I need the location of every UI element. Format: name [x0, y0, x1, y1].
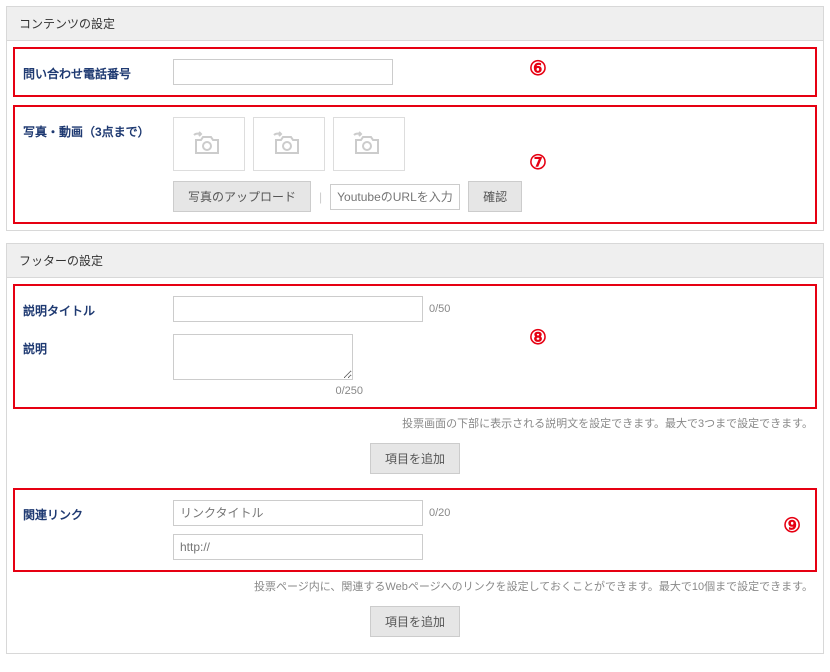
desc-title-label: 説明タイトル	[23, 296, 173, 319]
content-settings-body: 問い合わせ電話番号 ⑥ 写真・動画（3点まで）	[7, 41, 823, 230]
media-thumb-2[interactable]	[253, 117, 325, 171]
media-highlight: 写真・動画（3点まで）	[13, 105, 817, 224]
annotation-8: ⑧	[529, 328, 547, 348]
desc-title-content: 0/50	[173, 296, 807, 322]
desc-title-row: 説明タイトル 0/50	[15, 290, 815, 328]
desc-title-counter: 0/50	[429, 303, 450, 315]
separator: |	[319, 190, 322, 204]
link-add-wrap: 項目を追加	[7, 602, 823, 649]
desc-row: 説明 0/250	[15, 328, 815, 403]
desc-content: 0/250	[173, 334, 807, 397]
media-thumbs	[173, 117, 807, 171]
desc-title-input[interactable]	[173, 296, 423, 322]
content-settings-panel: コンテンツの設定 問い合わせ電話番号 ⑥ 写真・動画（3点まで）	[6, 6, 824, 231]
annotation-7: ⑦	[529, 153, 547, 173]
link-label: 関連リンク	[23, 500, 173, 523]
phone-highlight: 問い合わせ電話番号	[13, 47, 817, 97]
link-url-input[interactable]	[173, 534, 423, 560]
link-title-counter: 0/20	[429, 507, 450, 519]
youtube-url-input[interactable]	[330, 184, 460, 210]
footer-settings-panel: フッターの設定 説明タイトル 0/50 説明 0/250	[6, 243, 824, 654]
camera-icon	[191, 129, 227, 159]
confirm-button[interactable]: 確認	[468, 181, 522, 212]
footer-settings-header: フッターの設定	[7, 244, 823, 278]
upload-photo-button[interactable]: 写真のアップロード	[173, 181, 311, 212]
camera-icon	[271, 129, 307, 159]
phone-input[interactable]	[173, 59, 393, 85]
desc-textarea[interactable]	[173, 334, 353, 380]
desc-label: 説明	[23, 334, 173, 357]
media-label: 写真・動画（3点まで）	[23, 117, 173, 140]
link-title-input[interactable]	[173, 500, 423, 526]
media-controls: 写真のアップロード | 確認	[173, 181, 807, 212]
media-row: 写真・動画（3点まで）	[15, 111, 815, 218]
media-thumb-3[interactable]	[333, 117, 405, 171]
footer-settings-body: 説明タイトル 0/50 説明 0/250 ⑧ 投票画面	[7, 278, 823, 653]
link-add-button[interactable]: 項目を追加	[370, 606, 460, 637]
annotation-9: ⑨	[783, 516, 801, 536]
desc-help: 投票画面の下部に表示される説明文を設定できます。最大で3つまで設定できます。	[7, 411, 823, 439]
media-thumb-1[interactable]	[173, 117, 245, 171]
phone-row: 問い合わせ電話番号	[15, 53, 815, 91]
camera-icon	[351, 129, 387, 159]
desc-counter: 0/250	[173, 385, 363, 397]
link-highlight: 関連リンク 0/20 ⑨	[13, 488, 817, 572]
link-content: 0/20	[173, 500, 807, 560]
annotation-6: ⑥	[529, 59, 547, 79]
desc-add-wrap: 項目を追加	[7, 439, 823, 486]
phone-label: 問い合わせ電話番号	[23, 59, 173, 82]
link-row: 関連リンク 0/20	[15, 494, 815, 566]
media-content: 写真のアップロード | 確認	[173, 117, 807, 212]
phone-content	[173, 59, 807, 85]
desc-highlight: 説明タイトル 0/50 説明 0/250	[13, 284, 817, 409]
content-settings-header: コンテンツの設定	[7, 7, 823, 41]
link-help: 投票ページ内に、関連するWebページへのリンクを設定しておくことができます。最大…	[7, 574, 823, 602]
desc-add-button[interactable]: 項目を追加	[370, 443, 460, 474]
